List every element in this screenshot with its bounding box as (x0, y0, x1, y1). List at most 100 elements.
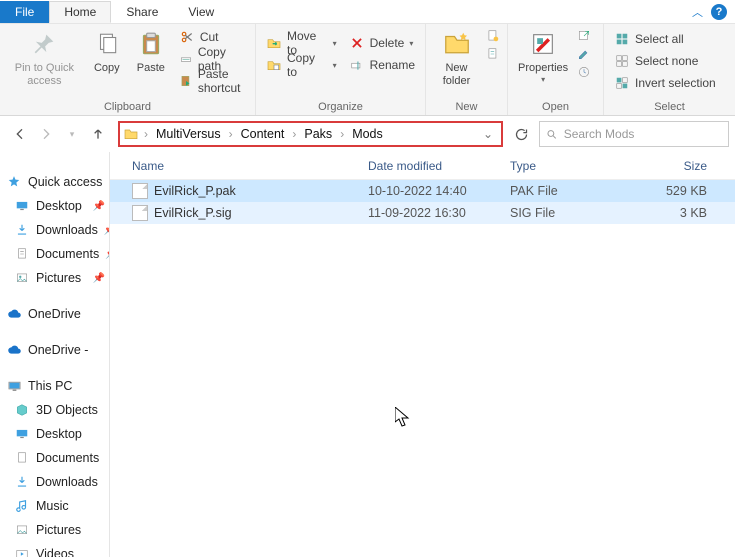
file-type: SIG File (510, 206, 630, 220)
chevron-up-icon[interactable]: ︿ (692, 4, 703, 20)
paste-button[interactable]: Paste (129, 26, 173, 77)
forward-button[interactable] (36, 124, 56, 144)
file-size: 3 KB (630, 206, 735, 220)
edit-icon[interactable] (576, 46, 592, 62)
invert-selection-button[interactable]: Invert selection (608, 72, 722, 94)
sidebar-item[interactable]: Videos (0, 542, 109, 557)
sidebar-item[interactable]: Downloads (0, 470, 109, 494)
paste-icon (135, 28, 167, 60)
sidebar: Quick access Desktop📌 Downloads📌 Documen… (0, 152, 110, 557)
caret-down-icon: ▾ (333, 61, 337, 70)
sidebar-item[interactable]: Documents (0, 446, 109, 470)
sidebar-item[interactable]: 3D Objects (0, 398, 109, 422)
sidebar-item[interactable]: Music (0, 494, 109, 518)
chevron-right-icon[interactable]: › (227, 127, 235, 141)
pin-icon: 📌 (93, 273, 105, 284)
col-type[interactable]: Type (510, 159, 630, 173)
file-row[interactable]: EvilRick_P.pak 10-10-2022 14:40PAK File52… (110, 180, 735, 202)
select-none-button[interactable]: Select none (608, 50, 722, 72)
file-date: 10-10-2022 14:40 (368, 184, 510, 198)
rename-button[interactable]: Rename (343, 54, 421, 76)
sidebar-item[interactable]: Documents📌 (0, 242, 109, 266)
sidebar-item[interactable]: Desktop📌 (0, 194, 109, 218)
open-icon[interactable] (576, 28, 592, 44)
address-dropdown[interactable]: ⌄ (477, 127, 499, 141)
tab-share[interactable]: Share (111, 1, 173, 23)
desktop-icon (14, 426, 30, 442)
group-label-new: New (430, 99, 503, 115)
col-date[interactable]: Date modified (368, 159, 510, 173)
cloud-icon (6, 306, 22, 322)
properties-button[interactable]: Properties ▾ (512, 26, 574, 86)
paste-shortcut-icon (179, 73, 193, 89)
breadcrumb-item[interactable]: Paks (300, 127, 336, 141)
group-label-select: Select (608, 99, 731, 115)
downloads-icon (14, 474, 30, 490)
delete-button[interactable]: Delete ▾ (343, 32, 421, 54)
back-button[interactable] (10, 124, 30, 144)
search-box[interactable] (539, 121, 729, 147)
chevron-right-icon[interactable]: › (290, 127, 298, 141)
new-item-icon[interactable] (485, 28, 501, 44)
sidebar-onedrive[interactable]: OneDrive - (0, 338, 109, 362)
breadcrumb-item[interactable]: Mods (348, 127, 387, 141)
paste-shortcut-button[interactable]: Paste shortcut (173, 70, 251, 92)
new-folder-button[interactable]: New folder (430, 26, 483, 90)
file-icon (132, 205, 148, 221)
pictures-icon (14, 270, 30, 286)
up-button[interactable] (88, 124, 108, 144)
rename-icon (349, 57, 365, 73)
copy-button[interactable]: Copy (85, 26, 129, 77)
sidebar-onedrive[interactable]: OneDrive (0, 302, 109, 326)
star-icon (6, 174, 22, 190)
column-headers[interactable]: Name Date modified Type Size (110, 152, 735, 180)
file-size: 529 KB (630, 184, 735, 198)
history-icon[interactable] (576, 64, 592, 80)
copy-to-button[interactable]: Copy to ▾ (260, 54, 343, 76)
folder-icon (122, 125, 140, 143)
file-name: EvilRick_P.sig (154, 206, 232, 220)
select-all-button[interactable]: Select all (608, 28, 722, 50)
refresh-button[interactable] (509, 127, 533, 142)
sidebar-item[interactable]: Desktop (0, 422, 109, 446)
easy-access-icon[interactable] (485, 46, 501, 62)
search-input[interactable] (564, 127, 722, 141)
pictures-icon (14, 522, 30, 538)
move-to-icon (266, 35, 282, 51)
delete-icon (349, 35, 365, 51)
desktop-icon (14, 198, 30, 214)
tab-home[interactable]: Home (49, 1, 111, 23)
sidebar-item[interactable]: Downloads📌 (0, 218, 109, 242)
file-name: EvilRick_P.pak (154, 184, 236, 198)
col-name[interactable]: Name (110, 159, 368, 173)
3d-icon (14, 402, 30, 418)
chevron-right-icon[interactable]: › (142, 127, 150, 141)
chevron-right-icon[interactable]: › (338, 127, 346, 141)
breadcrumb-item[interactable]: MultiVersus (152, 127, 225, 141)
tab-file[interactable]: File (0, 1, 49, 23)
documents-icon (14, 450, 30, 466)
pin-icon: 📌 (93, 201, 105, 212)
documents-icon (14, 246, 30, 262)
sidebar-item[interactable]: Pictures📌 (0, 266, 109, 290)
tab-view[interactable]: View (173, 1, 229, 23)
select-none-icon (614, 53, 630, 69)
group-label-open: Open (512, 99, 599, 115)
recent-dropdown[interactable]: ▾ (62, 124, 82, 144)
address-bar[interactable]: › MultiVersus › Content › Paks › Mods ⌄ (118, 121, 503, 147)
file-type: PAK File (510, 184, 630, 198)
file-row[interactable]: EvilRick_P.sig11-09-2022 16:30SIG File3 … (110, 202, 735, 224)
copy-to-icon (266, 57, 282, 73)
sidebar-item[interactable]: Pictures (0, 518, 109, 542)
help-icon[interactable]: ? (711, 4, 727, 20)
group-label-clipboard: Clipboard (4, 99, 251, 115)
group-label-organize: Organize (260, 99, 421, 115)
breadcrumb-item[interactable]: Content (237, 127, 289, 141)
sidebar-this-pc[interactable]: This PC (0, 374, 109, 398)
caret-down-icon: ▾ (409, 39, 413, 48)
sidebar-quick-access[interactable]: Quick access (0, 170, 109, 194)
col-size[interactable]: Size (630, 159, 735, 173)
downloads-icon (14, 222, 30, 238)
pin-quick-access-button[interactable]: Pin to Quick access (4, 26, 85, 90)
caret-down-icon: ▾ (333, 39, 337, 48)
